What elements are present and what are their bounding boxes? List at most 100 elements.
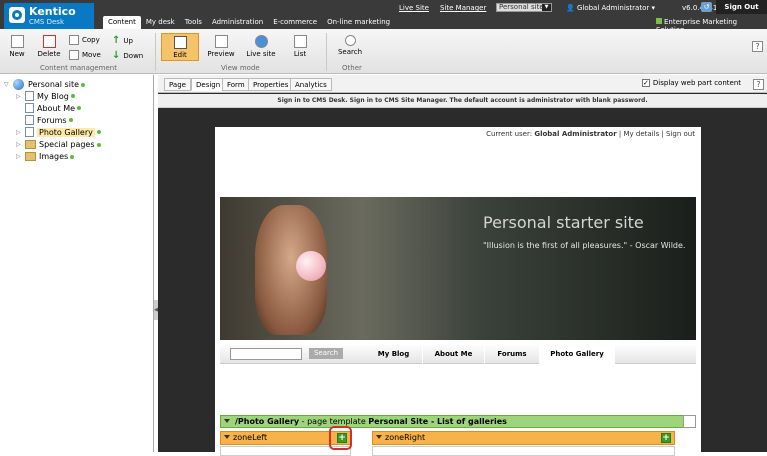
copy-button[interactable]: Copy [69,35,100,45]
chevron-down-icon[interactable] [224,435,230,439]
nav-my-blog[interactable]: My Blog [365,345,423,364]
move-button[interactable]: Move [69,50,101,60]
preview-button[interactable]: Preview [207,35,235,58]
chevron-down-icon[interactable] [376,435,382,439]
toolbar-separator [155,33,156,71]
new-button[interactable]: New [6,35,28,58]
published-status-icon [70,94,75,98]
version-label: v6.0.4241 [682,4,718,12]
user-name: Global Administrator [576,4,650,12]
tab-online-marketing[interactable]: On-line marketing [322,16,395,29]
expand-icon: ▷ [16,141,21,148]
preview-icon [214,35,228,48]
edit-button[interactable]: Edit [161,33,199,61]
add-webpart-icon[interactable]: + [661,433,671,443]
tab-form[interactable]: Form [222,78,250,91]
tree-item-special-pages[interactable]: ▷ Special pages [16,140,101,149]
tab-properties[interactable]: Properties [248,78,294,91]
nav-forums[interactable]: Forums [485,345,540,364]
content-tree: ▽ Personal site ▷ My Blog About Me Forums … [0,75,154,452]
tab-tools[interactable]: Tools [180,16,207,29]
nav-photo-gallery[interactable]: Photo Gallery [540,345,615,364]
tree-item-label: Special pages [39,140,95,149]
banner-quote: "Illusion is the first of all pleasures.… [483,241,686,250]
site-select[interactable]: Personal site ▼ [496,3,552,12]
up-button[interactable]: ↑ Up [112,35,133,46]
document-icon [25,103,34,113]
current-user-label: Current user: [486,130,533,138]
tree-root-label: Personal site [28,80,79,89]
tab-design[interactable]: Design [191,78,226,91]
chevron-down-icon[interactable] [224,419,230,423]
help-icon[interactable]: ? [753,79,764,90]
template-name: Personal Site - List of galleries [368,417,507,426]
new-document-icon [10,35,24,48]
up-label: Up [123,36,133,45]
copy-label: Copy [82,36,100,44]
main-tabs: Content My desk Tools Administration E-c… [103,16,395,29]
tree-item-label: About Me [37,103,76,113]
toolbar-separator [326,33,327,71]
list-button[interactable]: List [289,35,311,58]
zone-right-label: zoneRight [385,433,426,442]
user-menu[interactable]: 👤 Global Administrator ▾ [566,4,655,12]
tab-content[interactable]: Content [103,16,141,29]
zone-right-header[interactable]: zoneRight + [372,431,675,445]
tab-ecommerce[interactable]: E-commerce [268,16,322,29]
down-label: Down [123,51,144,60]
my-details-link[interactable]: My details [623,130,659,138]
kentico-logo[interactable]: Kentico CMS Desk [4,3,94,29]
top-bar: Kentico CMS Desk Content My desk Tools A… [0,0,767,34]
live-site-label: Live site [246,50,276,58]
tab-my-desk[interactable]: My desk [141,16,180,29]
tab-page[interactable]: Page [164,78,191,91]
down-button[interactable]: ↓ Down [112,50,143,61]
site-manager-link[interactable]: Site Manager [440,4,486,12]
display-webparts-label: Display web part content [652,79,741,87]
tree-item-label: Forums [37,115,67,125]
edit-template-icon[interactable] [683,415,696,428]
published-status-icon [77,106,82,110]
tree-item-label: Images [39,152,69,161]
tree-root[interactable]: ▽ Personal site [4,79,85,90]
list-label: List [293,50,307,58]
template-label: - page template [301,417,366,426]
live-site-link[interactable]: Live Site [399,4,429,12]
help-icon[interactable]: ? [752,41,763,52]
nav-about-me[interactable]: About Me [423,345,485,364]
checkbox-checked-icon[interactable]: ✓ [641,79,650,87]
site-search-button[interactable]: Search [309,348,343,359]
tree-item-about-me[interactable]: About Me [16,103,82,113]
page-template-bar[interactable]: /Photo Gallery - page template Personal … [220,415,696,428]
bubble-gum-image [296,251,326,281]
banner-title: Personal starter site [483,213,644,232]
delete-button[interactable]: Delete [36,35,62,58]
folder-icon [25,140,36,149]
site-search-input[interactable] [230,348,302,360]
live-site-button[interactable]: Live site [245,35,277,58]
info-bar: Sign in to CMS Desk. Sign in to CMS Site… [158,94,767,108]
highlight-ring [329,426,352,450]
zone-right-area [372,446,675,456]
history-icon[interactable]: ↺ [701,2,712,12]
zone-left-label: zoneLeft [233,433,268,442]
tab-analytics[interactable]: Analytics [290,78,332,91]
published-status-icon [68,118,73,122]
tree-item-images[interactable]: ▷ Images [16,152,75,161]
globe-icon [13,79,24,90]
document-icon [25,91,34,101]
search-button[interactable]: Search [336,35,364,56]
arrow-up-icon: ↑ [112,35,121,46]
tree-item-my-blog[interactable]: ▷ My Blog [16,91,75,101]
tab-administration[interactable]: Administration [207,16,268,29]
chevron-down-icon: ▼ [542,4,551,11]
tree-item-forums[interactable]: Forums [16,115,73,125]
document-icon [25,115,34,125]
sign-out-link[interactable]: Sign out [666,130,695,138]
current-user-line: Current user: Global Administrator | My … [486,130,695,138]
display-webparts-toggle[interactable]: ✓ Display web part content [641,79,741,87]
arrow-down-icon: ↓ [112,50,121,61]
sign-out-button[interactable]: Sign Out [716,0,767,14]
brand-name: Kentico [29,5,76,18]
tree-item-photo-gallery[interactable]: ▷ Photo Gallery [16,127,101,137]
